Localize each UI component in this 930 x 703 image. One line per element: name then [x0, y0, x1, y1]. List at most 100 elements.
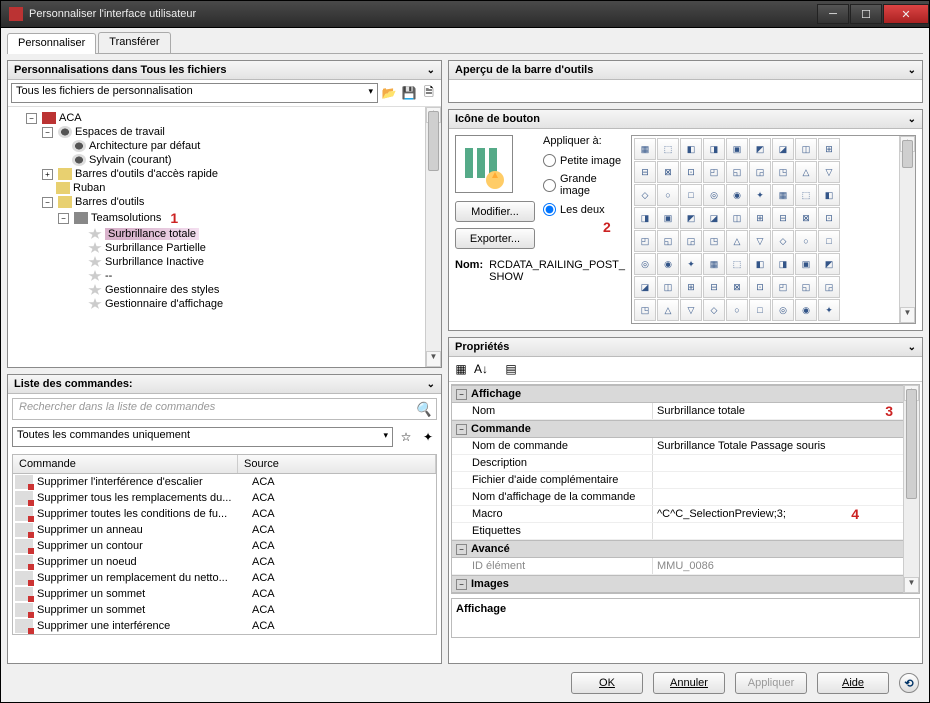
library-icon[interactable]: ◇: [634, 184, 656, 206]
prop-val-name[interactable]: Surbrillance totale: [652, 403, 919, 419]
command-row[interactable]: Supprimer tous les remplacements du...AC…: [13, 490, 436, 506]
library-icon[interactable]: ○: [657, 184, 679, 206]
prop-scrollbar[interactable]: ▲▼: [903, 385, 919, 593]
prop-categorized-icon[interactable]: ▦: [452, 360, 470, 378]
tree-node-styles[interactable]: Gestionnaire des styles: [105, 284, 219, 296]
library-icon[interactable]: ◎: [703, 184, 725, 206]
close-button[interactable]: ✕: [883, 4, 929, 24]
library-icon[interactable]: ◱: [726, 161, 748, 183]
prop-cat-display[interactable]: Affichage: [471, 388, 521, 400]
library-icon[interactable]: ▣: [726, 138, 748, 160]
icon-grid-scrollbar[interactable]: ▲▼: [899, 136, 915, 323]
library-icon[interactable]: ◪: [772, 138, 794, 160]
library-icon[interactable]: ◰: [634, 230, 656, 252]
library-icon[interactable]: ▦: [703, 253, 725, 275]
library-icon[interactable]: □: [818, 230, 840, 252]
library-icon[interactable]: ⊞: [680, 276, 702, 298]
library-icon[interactable]: ◩: [818, 253, 840, 275]
command-filter-combo[interactable]: Toutes les commandes uniquement: [12, 427, 393, 447]
tab-transfer[interactable]: Transférer: [98, 32, 170, 53]
library-icon[interactable]: ◫: [657, 276, 679, 298]
prop-alpha-icon[interactable]: A↓: [472, 360, 490, 378]
library-icon[interactable]: ▣: [795, 253, 817, 275]
library-icon[interactable]: ○: [795, 230, 817, 252]
library-icon[interactable]: ▦: [772, 184, 794, 206]
prop-val-help[interactable]: [652, 472, 919, 488]
maximize-button[interactable]: ☐: [850, 4, 882, 24]
library-icon[interactable]: ◫: [795, 138, 817, 160]
command-row[interactable]: Supprimer un sommetACA: [13, 602, 436, 618]
tree-node-display[interactable]: Gestionnaire d'affichage: [105, 298, 223, 310]
tree-expander[interactable]: +: [42, 169, 53, 180]
customization-tree[interactable]: −ACA −Espaces de travail Architecture pa…: [8, 107, 441, 315]
library-icon[interactable]: ◳: [703, 230, 725, 252]
prop-val-tags[interactable]: [652, 523, 919, 539]
prop-pages-icon[interactable]: ▤: [502, 360, 520, 378]
tree-expander[interactable]: −: [58, 213, 69, 224]
command-row[interactable]: Supprimer un noeudACA: [13, 554, 436, 570]
library-icon[interactable]: ◨: [703, 138, 725, 160]
radio-both[interactable]: Les deux: [543, 200, 625, 219]
library-icon[interactable]: ◳: [772, 161, 794, 183]
panel-header-preview[interactable]: Aperçu de la barre d'outils ⌄: [449, 61, 922, 80]
library-icon[interactable]: ▽: [680, 299, 702, 321]
panel-header-customizations[interactable]: Personnalisations dans Tous les fichiers…: [8, 61, 441, 80]
filter-fav-icon[interactable]: ☆: [397, 428, 415, 446]
library-icon[interactable]: ⊡: [749, 276, 771, 298]
tree-node-teamsolutions[interactable]: Teamsolutions: [91, 212, 161, 224]
library-icon[interactable]: ◰: [703, 161, 725, 183]
tree-node-ws-current[interactable]: Sylvain (courant): [89, 154, 172, 166]
library-icon[interactable]: ⬚: [657, 138, 679, 160]
panel-header-properties[interactable]: Propriétés ⌄: [449, 338, 922, 357]
tree-scrollbar[interactable]: ▲▼: [425, 107, 441, 367]
icon-library-grid[interactable]: ▦⬚◧◨▣◩◪◫⊞⊟⊠⊡◰◱◲◳△▽◇○□◎◉✦▦⬚◧◨▣◩◪◫⊞⊟⊠⊡◰◱◲◳…: [631, 135, 916, 324]
tree-node-separator[interactable]: --: [105, 270, 112, 282]
export-button[interactable]: Exporter...: [455, 228, 535, 249]
prop-cat-advanced[interactable]: Avancé: [471, 543, 510, 555]
library-icon[interactable]: ○: [726, 299, 748, 321]
command-row[interactable]: Supprimer l'interférence d'escalierACA: [13, 474, 436, 490]
library-icon[interactable]: ▦: [634, 138, 656, 160]
library-icon[interactable]: ◇: [772, 230, 794, 252]
library-icon[interactable]: ◨: [634, 207, 656, 229]
library-icon[interactable]: □: [680, 184, 702, 206]
library-icon[interactable]: ◉: [795, 299, 817, 321]
library-icon[interactable]: ◧: [749, 253, 771, 275]
library-icon[interactable]: ◲: [749, 161, 771, 183]
library-icon[interactable]: ⊟: [703, 276, 725, 298]
library-icon[interactable]: ◉: [657, 253, 679, 275]
library-icon[interactable]: ⊠: [726, 276, 748, 298]
tree-node-workspaces[interactable]: Espaces de travail: [75, 126, 165, 138]
command-row[interactable]: Supprimer un sommetACA: [13, 586, 436, 602]
library-icon[interactable]: ⬚: [726, 253, 748, 275]
library-icon[interactable]: ✦: [680, 253, 702, 275]
tree-node-toolbars[interactable]: Barres d'outils: [75, 196, 144, 208]
library-icon[interactable]: ◉: [726, 184, 748, 206]
panel-header-commands[interactable]: Liste des commandes: ⌄: [8, 375, 441, 394]
save-all-icon[interactable]: 🗎: [420, 84, 438, 102]
library-icon[interactable]: ◲: [818, 276, 840, 298]
panel-header-button-icon[interactable]: Icône de bouton ⌄: [449, 110, 922, 129]
library-icon[interactable]: ◩: [749, 138, 771, 160]
prop-val-dispname[interactable]: [652, 489, 919, 505]
library-icon[interactable]: □: [749, 299, 771, 321]
library-icon[interactable]: ◳: [634, 299, 656, 321]
library-icon[interactable]: ◇: [703, 299, 725, 321]
tree-node-surbrillance-totale[interactable]: Surbrillance totale: [105, 228, 199, 240]
library-icon[interactable]: ▣: [657, 207, 679, 229]
library-icon[interactable]: ⬚: [795, 184, 817, 206]
radio-small-image[interactable]: Petite image: [543, 151, 625, 170]
library-icon[interactable]: ◪: [703, 207, 725, 229]
library-icon[interactable]: ◪: [634, 276, 656, 298]
library-icon[interactable]: ◎: [634, 253, 656, 275]
command-row[interactable]: Supprimer un contourACA: [13, 538, 436, 554]
library-icon[interactable]: △: [657, 299, 679, 321]
library-icon[interactable]: ⊟: [634, 161, 656, 183]
library-icon[interactable]: ✦: [749, 184, 771, 206]
modify-button[interactable]: Modifier...: [455, 201, 535, 222]
ok-button[interactable]: OK: [571, 672, 643, 694]
apply-button[interactable]: Appliquer: [735, 672, 807, 694]
library-icon[interactable]: ◧: [680, 138, 702, 160]
library-icon[interactable]: ⊠: [795, 207, 817, 229]
tree-node-quickaccess[interactable]: Barres d'outils d'accès rapide: [75, 168, 218, 180]
